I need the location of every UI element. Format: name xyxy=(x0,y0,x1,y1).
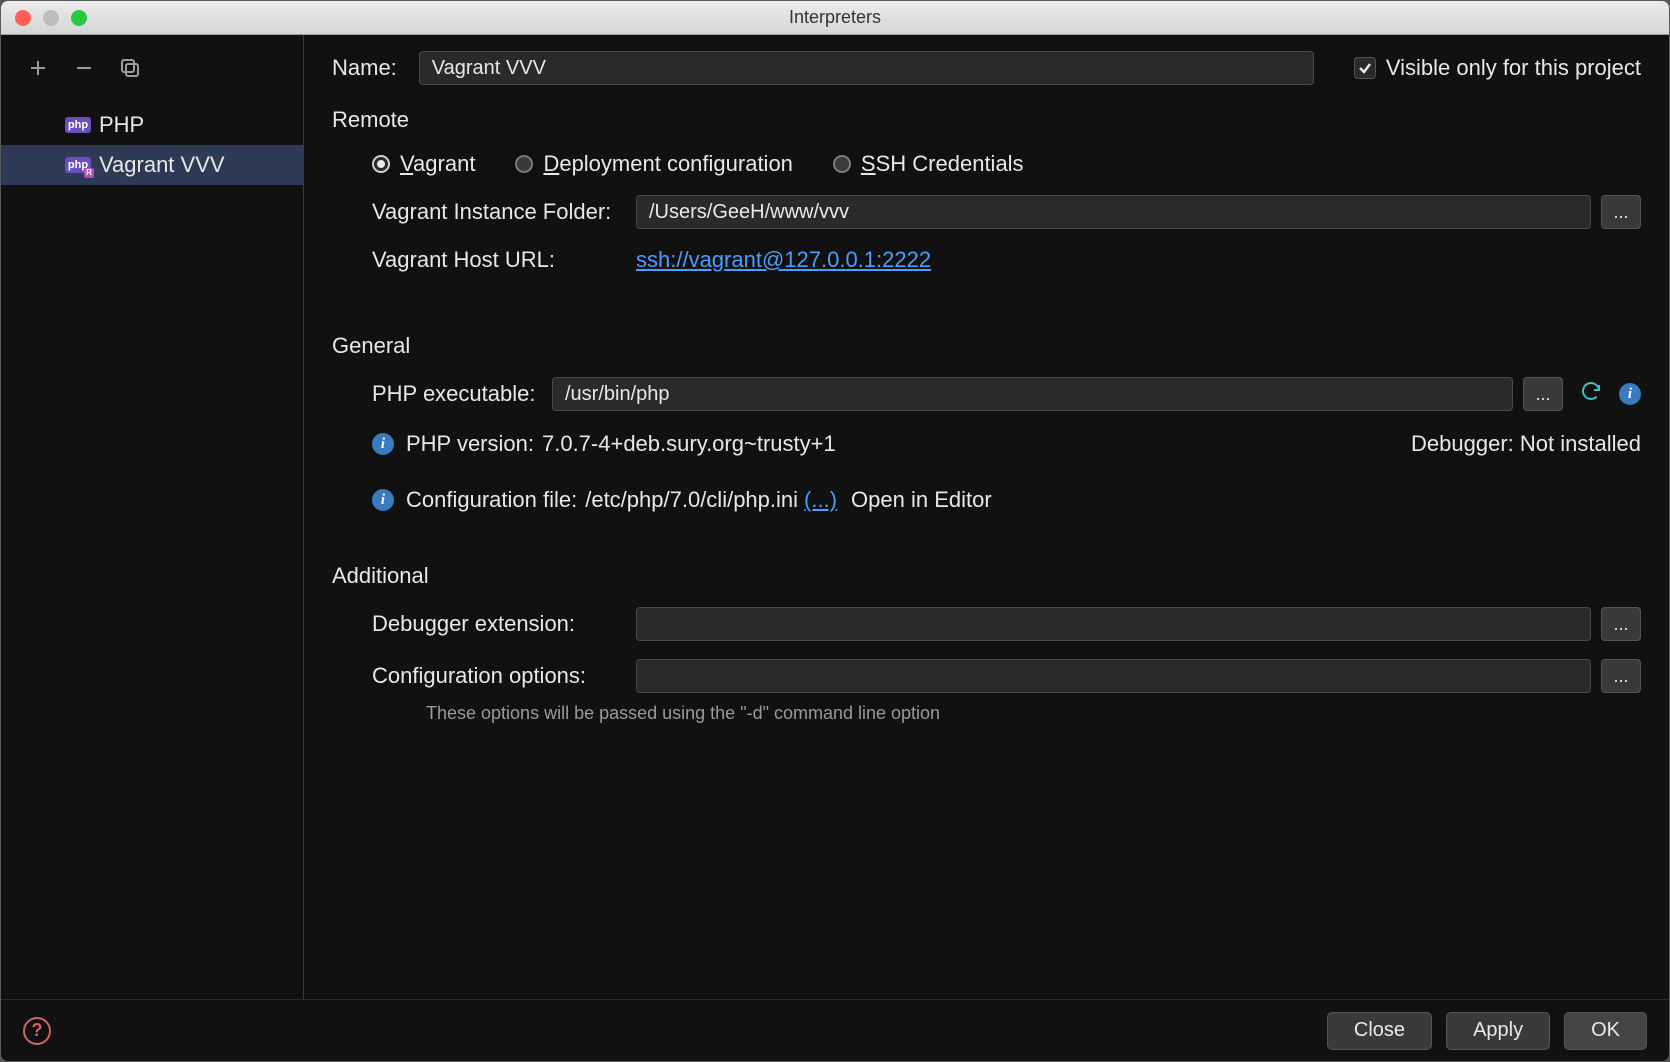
interpreters-window: Interpreters php PHP p xyxy=(0,0,1670,1062)
general-section: PHP executable: ... i xyxy=(332,377,1641,513)
window-zoom-button[interactable] xyxy=(71,10,87,26)
executable-input[interactable] xyxy=(552,377,1513,411)
sidebar-item-label: PHP xyxy=(99,112,144,138)
plus-icon xyxy=(28,58,48,78)
window-title: Interpreters xyxy=(1,7,1669,28)
bottom-bar: ? Close Apply OK xyxy=(1,999,1669,1061)
remove-interpreter-button[interactable] xyxy=(71,55,97,81)
copy-icon xyxy=(119,57,141,79)
body: php PHP phpR Vagrant VVV Name: Visible o xyxy=(1,35,1669,999)
open-in-editor-link[interactable]: Open in Editor xyxy=(851,487,992,513)
refresh-icon xyxy=(1579,379,1603,403)
sidebar: php PHP phpR Vagrant VVV xyxy=(1,35,303,999)
ellipsis-icon: ... xyxy=(1613,666,1628,687)
add-interpreter-button[interactable] xyxy=(25,55,51,81)
config-opts-browse-button[interactable]: ... xyxy=(1601,659,1641,693)
help-button[interactable]: ? xyxy=(23,1017,51,1045)
additional-section-title: Additional xyxy=(332,563,1641,589)
apply-button[interactable]: Apply xyxy=(1446,1012,1550,1050)
php-version-label: PHP version: xyxy=(406,431,534,457)
ellipsis-icon: ... xyxy=(1613,614,1628,635)
ok-button[interactable]: OK xyxy=(1564,1012,1647,1050)
radio-vagrant[interactable]: Vagrant xyxy=(372,151,475,177)
config-opts-input[interactable] xyxy=(636,659,1591,693)
checkbox-icon xyxy=(1354,57,1376,79)
info-icon: i xyxy=(372,433,394,455)
titlebar: Interpreters xyxy=(1,1,1669,35)
executable-browse-button[interactable]: ... xyxy=(1523,377,1563,411)
radio-ssh-label: SSH Credentials xyxy=(861,151,1024,177)
sidebar-item-label: Vagrant VVV xyxy=(99,152,225,178)
remote-badge-icon: R xyxy=(84,168,94,178)
debugger-ext-input[interactable] xyxy=(636,607,1591,641)
config-opts-hint: These options will be passed using the "… xyxy=(426,703,1641,724)
general-section-title: General xyxy=(332,333,1641,359)
copy-interpreter-button[interactable] xyxy=(117,55,143,81)
sidebar-toolbar xyxy=(1,35,303,101)
additional-section: Debugger extension: ... Configuration op… xyxy=(332,607,1641,724)
debugger-value: Not installed xyxy=(1520,431,1641,456)
info-icon: i xyxy=(1619,383,1641,405)
instance-folder-label: Vagrant Instance Folder: xyxy=(372,199,636,225)
radio-deployment-label: Deployment configuration xyxy=(543,151,792,177)
debugger-label: Debugger: xyxy=(1411,431,1514,456)
instance-folder-browse-button[interactable]: ... xyxy=(1601,195,1641,229)
help-icon: ? xyxy=(32,1020,43,1041)
debugger-status: Debugger: Not installed xyxy=(1411,431,1641,457)
radio-vagrant-label: Vagrant xyxy=(400,151,475,177)
executable-label: PHP executable: xyxy=(372,381,552,407)
radio-ssh[interactable]: SSH Credentials xyxy=(833,151,1024,177)
host-url-link[interactable]: ssh://vagrant@127.0.0.1:2222 xyxy=(636,247,931,273)
sidebar-item-php[interactable]: php PHP xyxy=(1,105,303,145)
config-file-label: Configuration file: xyxy=(406,487,577,513)
minus-icon xyxy=(74,58,94,78)
php-remote-file-icon: phpR xyxy=(65,157,91,173)
config-file-more-link[interactable]: (...) xyxy=(804,487,837,513)
visible-project-checkbox[interactable]: Visible only for this project xyxy=(1354,55,1641,81)
config-opts-label: Configuration options: xyxy=(372,663,636,689)
remote-section: Vagrant Deployment configuration SSH Cre… xyxy=(332,151,1641,273)
ellipsis-icon: ... xyxy=(1613,202,1628,223)
php-version-value: 7.0.7-4+deb.sury.org~trusty+1 xyxy=(542,431,836,457)
interpreter-list: php PHP phpR Vagrant VVV xyxy=(1,101,303,999)
traffic-lights xyxy=(15,10,87,26)
sidebar-item-vagrant-vvv[interactable]: phpR Vagrant VVV xyxy=(1,145,303,185)
reload-button[interactable] xyxy=(1579,379,1603,409)
executable-info-button[interactable]: i xyxy=(1619,383,1641,405)
main-panel: Name: Visible only for this project Remo… xyxy=(304,35,1669,999)
visible-project-label: Visible only for this project xyxy=(1386,55,1641,81)
config-file-value: /etc/php/7.0/cli/php.ini xyxy=(585,487,798,513)
ellipsis-icon: ... xyxy=(1535,384,1550,405)
instance-folder-input[interactable] xyxy=(636,195,1591,229)
close-button[interactable]: Close xyxy=(1327,1012,1432,1050)
name-input[interactable] xyxy=(419,51,1314,85)
name-label: Name: xyxy=(332,55,397,81)
debugger-ext-browse-button[interactable]: ... xyxy=(1601,607,1641,641)
name-row: Name: Visible only for this project xyxy=(332,51,1641,85)
php-file-icon: php xyxy=(65,117,91,133)
remote-type-radios: Vagrant Deployment configuration SSH Cre… xyxy=(372,151,1641,177)
window-close-button[interactable] xyxy=(15,10,31,26)
info-icon: i xyxy=(372,489,394,511)
debugger-ext-label: Debugger extension: xyxy=(372,611,636,637)
radio-deployment[interactable]: Deployment configuration xyxy=(515,151,792,177)
host-url-label: Vagrant Host URL: xyxy=(372,247,636,273)
remote-section-title: Remote xyxy=(332,107,1641,133)
window-minimize-button[interactable] xyxy=(43,10,59,26)
